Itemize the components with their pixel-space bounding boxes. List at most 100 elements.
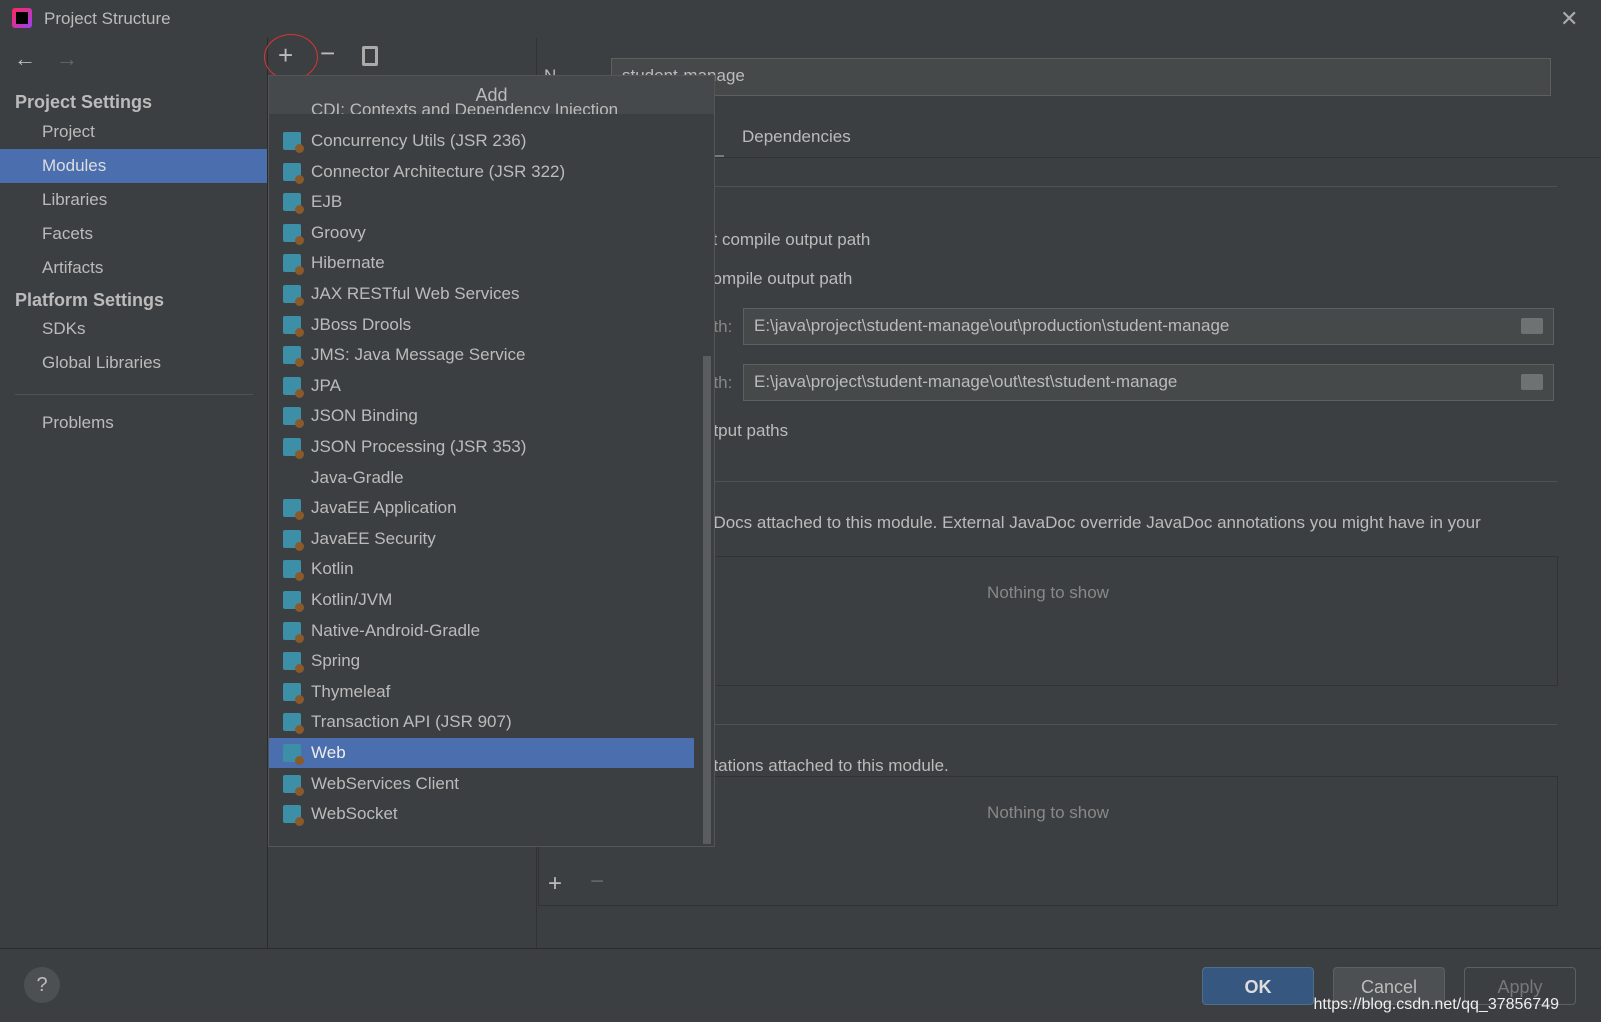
help-button[interactable]: ? [24,967,60,1003]
menu-item-ejb[interactable]: EJB [269,187,694,217]
dialog-footer: ? OK Cancel Apply https://blog.csdn.net/… [0,948,1601,1022]
menu-item-jax-restful-web-services[interactable]: JAX RESTful Web Services [269,279,694,309]
use-output-path-option[interactable]: compile output path [704,269,852,289]
menu-item-native-android-gradle[interactable]: Native-Android-Gradle [269,616,694,646]
divider [704,724,1557,725]
ok-button[interactable]: OK [1202,967,1314,1005]
menu-item-label: Native-Android-Gradle [311,620,481,640]
menu-item-label: Thymeleaf [311,681,391,701]
module-type-icon [283,438,304,459]
module-type-icon [283,744,304,765]
menu-item-label: JMS: Java Message Service [311,345,526,365]
menu-item-javaee-security[interactable]: JavaEE Security [269,524,694,554]
sidebar-item-libraries[interactable]: Libraries [0,183,267,217]
add-annotation-icon[interactable]: + [548,870,562,898]
menu-item-websocket[interactable]: WebSocket [269,799,694,829]
menu-item-kotlin-jvm[interactable]: Kotlin/JVM [269,585,694,615]
menu-item-java-gradle[interactable]: Java-Gradle [269,463,694,493]
menu-item-label: Spring [311,651,361,671]
sidebar-item-global-libraries[interactable]: Global Libraries [0,346,267,380]
menu-item-label: Java-Gradle [311,467,404,487]
menu-item-webservices-client[interactable]: WebServices Client [269,769,694,799]
menu-item-label: Groovy [311,222,366,242]
sidebar-item-artifacts[interactable]: Artifacts [0,251,267,285]
menu-item-label: EJB [311,192,343,212]
menu-item-label: Transaction API (JSR 907) [311,712,512,732]
menu-item-label: Connector Architecture (JSR 322) [311,161,566,181]
sidebar-item-facets[interactable]: Facets [0,217,267,251]
module-type-icon [283,315,304,337]
test-output-path-input[interactable]: E:\java\project\student-manage\out\test\… [743,364,1554,401]
watermark: https://blog.csdn.net/qq_37856749 [1313,996,1559,1013]
empty-text: Nothing to show [987,583,1109,602]
output-path-value: E:\java\project\student-manage\out\produ… [754,316,1230,335]
menu-item-label: WebSocket [311,804,398,824]
divider [15,394,253,395]
section-platform-settings: Platform Settings [15,290,165,310]
remove-annotation-icon[interactable]: − [590,868,604,896]
name-input[interactable]: student-manage [611,58,1551,96]
divider [704,186,1557,187]
highlight-circle [264,34,318,80]
sidebar-item-project[interactable]: Project [0,115,267,149]
forward-arrow-icon[interactable]: → [56,46,78,72]
inherit-output-path-option[interactable]: ct compile output path [704,230,870,250]
test-path-value: E:\java\project\student-manage\out\test\… [754,372,1178,391]
menu-item-connector-architecture-jsr-322[interactable]: Connector Architecture (JSR 322) [269,157,694,187]
menu-item-concurrency-utils-jsr-236[interactable]: Concurrency Utils (JSR 236) [269,126,694,156]
module-type-icon [283,805,304,827]
menu-item-label: JavaEE Security [311,528,436,548]
folder-icon[interactable] [1521,374,1543,390]
menu-item-label: Kotlin/JVM [311,590,393,609]
sidebar-item-modules[interactable]: Modules [0,149,267,183]
menu-item-spring[interactable]: Spring [269,646,694,676]
exclude-output-paths-checkbox[interactable]: utput paths [704,421,788,441]
title-bar: Project Structure ✕ [0,0,1601,38]
close-icon[interactable]: ✕ [1560,6,1578,32]
menu-item-javaee-application[interactable]: JavaEE Application [269,493,694,523]
module-type-icon [283,652,304,674]
menu-item-hibernate[interactable]: Hibernate [269,248,694,278]
module-type-icon [283,407,304,429]
menu-item-cdi[interactable]: CDI: Contexts and Dependency Injection [269,96,694,114]
module-type-icon [283,621,304,643]
menu-item-jboss-drools[interactable]: JBoss Drools [269,310,694,340]
divider [704,157,1601,158]
menu-item-json-processing-jsr-353[interactable]: JSON Processing (JSR 353) [269,432,694,462]
menu-item-label: WebServices Client [311,773,460,793]
divider [704,481,1557,482]
module-type-icon [283,591,304,612]
section-project-settings: Project Settings [15,92,153,112]
menu-item-label: JavaEE Application [311,498,457,518]
menu-item-label: Hibernate [311,253,385,273]
menu-item-json-binding[interactable]: JSON Binding [269,401,694,431]
sidebar-item-sdks[interactable]: SDKs [0,312,267,346]
module-type-icon [283,285,304,306]
output-path-input[interactable]: E:\java\project\student-manage\out\produ… [743,308,1554,345]
menu-item-label: JBoss Drools [311,314,412,334]
tab-dependencies[interactable]: Dependencies [742,127,851,147]
module-type-icon [283,223,304,245]
sidebar: ← → Project Settings Project Modules Lib… [0,38,268,948]
module-type-icon [283,560,304,582]
menu-item-jpa[interactable]: JPA [269,371,694,401]
menu-item-transaction-api-jsr-907[interactable]: Transaction API (JSR 907) [269,707,694,737]
menu-item-jms-java-message-service[interactable]: JMS: Java Message Service [269,340,694,370]
menu-item-web[interactable]: Web [269,738,694,768]
menu-item-label: Kotlin [311,559,354,579]
module-type-icon [283,193,304,215]
scrollbar[interactable] [703,356,711,844]
annotations-description: otations attached to this module. [704,756,949,775]
module-type-icon [283,713,304,735]
menu-item-kotlin[interactable]: Kotlin [269,554,694,584]
menu-item-thymeleaf[interactable]: Thymeleaf [269,677,694,707]
sidebar-item-problems[interactable]: Problems [0,406,267,440]
remove-icon[interactable]: − [320,38,335,69]
menu-item-groovy[interactable]: Groovy [269,218,694,248]
copy-icon[interactable] [362,46,378,66]
back-arrow-icon[interactable]: ← [14,46,36,72]
module-type-icon [283,774,304,796]
menu-item-label: CDI: Contexts and Dependency Injection [311,100,619,114]
module-type-icon [283,376,304,398]
folder-icon[interactable] [1521,318,1543,334]
